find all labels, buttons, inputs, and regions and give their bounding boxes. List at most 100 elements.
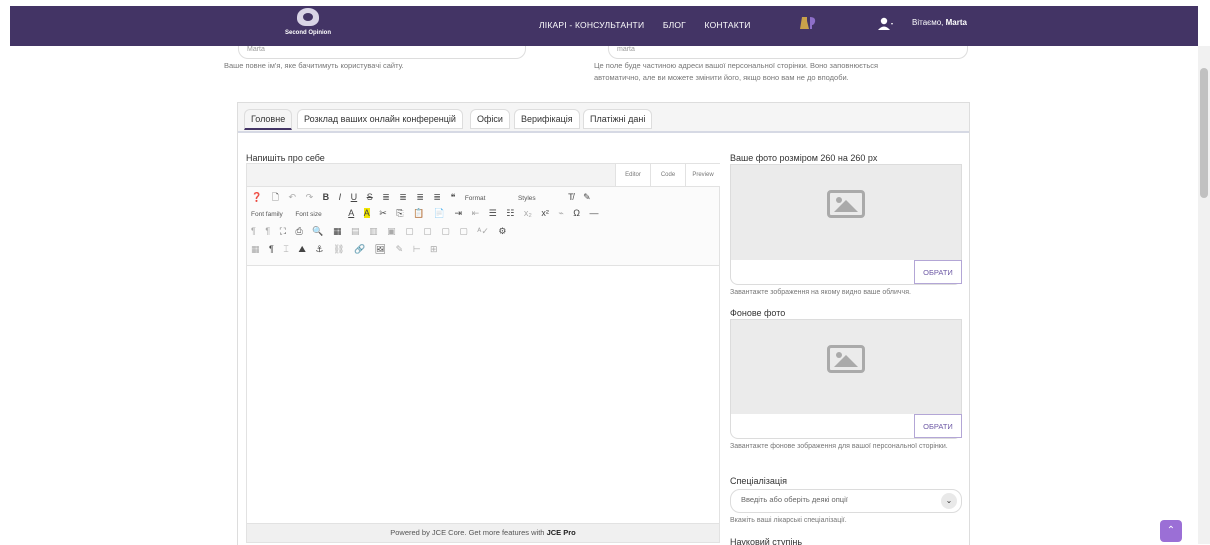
superscript-icon[interactable]: x² [541,208,549,218]
copy-icon[interactable]: ⎘ [396,208,403,219]
specialization-select[interactable]: Введіть або оберіть деякі опції ⌄ [730,489,962,513]
nav-blog-link[interactable]: БЛОГ [663,20,686,30]
tab-offices[interactable]: Офіси [470,109,510,129]
chevron-down-icon[interactable]: ⌄ [941,493,957,509]
link-icon[interactable]: 🔗 [354,244,365,255]
full-name-input[interactable]: Marta [238,46,526,59]
search-replace-icon[interactable]: 🔍 [312,226,323,237]
flask-icon[interactable] [800,15,818,31]
format-dropdown[interactable]: Format [465,195,486,202]
media-icon[interactable]: ⛰ [298,244,306,255]
undo-icon[interactable]: ↶ [289,192,297,203]
paste-icon[interactable]: 📋 [413,208,424,219]
nav-doctors-link[interactable]: ЛІКАРІ - КОНСУЛЬТАНТИ [539,20,644,30]
fullscreen-icon[interactable]: ⛶ [280,226,286,237]
photo-choose-button[interactable]: ОБРАТИ [914,260,962,284]
character-map-icon[interactable]: ⌁ [558,208,563,219]
table-split-icon[interactable]: ▢ [423,226,432,237]
help-icon[interactable]: ❓ [251,192,262,203]
horizontal-rule-icon[interactable]: — [590,208,599,218]
blockquote-icon[interactable]: ❝ [450,192,455,203]
bold-icon[interactable]: B [323,192,330,202]
new-document-icon[interactable]: 🗋 [272,190,279,206]
ltr-icon[interactable]: ¶ [251,226,256,236]
tab-verification[interactable]: Верифікація [514,109,580,129]
bullet-list-icon[interactable]: ☰ [489,208,497,219]
print-icon[interactable]: ⎙ [296,226,303,237]
photo-file-field[interactable]: ОБРАТИ [730,260,962,285]
tab-main[interactable]: Головне [244,109,293,130]
user-icon[interactable] [878,17,894,31]
scrollbar-thumb[interactable] [1200,68,1208,198]
image-placeholder-icon [827,345,865,373]
omega-icon[interactable]: Ω [573,208,580,218]
page-scrollbar[interactable] [1198,46,1210,544]
editor-toolbar: ❓ 🗋 ↶ ↷ B I U S ≣ ≣ ≣ ≣ ❝ Format Styles … [247,187,719,266]
font-family-dropdown[interactable]: Font family [251,211,283,218]
tab-schedule[interactable]: Розклад ваших онлайн конференцій [297,109,463,129]
indent-icon[interactable]: ⇥ [455,208,463,219]
show-blocks-icon[interactable]: ¶ [269,244,274,254]
outdent-icon[interactable]: ⇤ [472,208,480,219]
visual-aid-icon[interactable]: ▦ [251,244,260,255]
unlink-icon[interactable]: ⛓ [333,244,344,255]
strikethrough-icon[interactable]: S [367,192,373,202]
tab-payment[interactable]: Платіжні дані [583,109,653,129]
editor-footer-text: Powered by JCE Core. Get more features w… [390,528,545,537]
nav-contacts-link[interactable]: КОНТАКТИ [705,20,751,30]
align-left-icon[interactable]: ≣ [382,192,390,203]
subscript-icon[interactable]: x₂ [524,208,532,218]
jce-pro-link[interactable]: JCE Pro [547,528,576,537]
background-choose-button[interactable]: ОБРАТИ [914,414,962,438]
table-props-icon[interactable]: ▢ [459,226,468,237]
full-name-hint: Ваше повне ім'я, яке бачитимуть користув… [224,61,404,70]
numbered-list-icon[interactable]: ☷ [506,208,514,219]
clear-formatting-icon[interactable]: T̸ [568,192,574,202]
table-merge-icon[interactable]: ▢ [405,226,414,237]
rtl-icon[interactable]: ¶ [265,226,270,236]
align-right-icon[interactable]: ≣ [416,192,424,203]
background-preview [730,319,962,416]
redo-icon[interactable]: ↷ [306,192,314,203]
highlight-color-icon[interactable]: A [363,208,370,218]
table-delete-icon[interactable]: ▢ [441,226,450,237]
alias-hint-line-1: Це поле буде частиною адреси вашої персо… [594,61,879,70]
align-center-icon[interactable]: ≣ [399,192,407,203]
source-icon[interactable]: ⌶ [283,244,288,255]
greeting-prefix: Вітаємо, [912,18,944,27]
table-icon[interactable]: ▦ [333,226,342,237]
editor-tab-preview[interactable]: Preview [685,164,720,186]
anchor-icon[interactable]: ⚓ [315,244,323,255]
table-col-icon[interactable]: ▥ [369,226,378,237]
site-logo[interactable]: Second Opinion [278,8,338,42]
nonbreaking-icon[interactable]: ⊢ [413,244,421,255]
text-color-icon[interactable]: A [348,208,354,218]
tab-bar: Головне Розклад ваших онлайн конференцій… [238,103,969,133]
settings-gear-icon[interactable]: ⚙ [498,226,506,237]
style-icon[interactable]: ✎ [396,244,404,255]
spellcheck-icon[interactable]: ᴬ✓ [477,226,489,237]
background-file-field[interactable]: ОБРАТИ [730,414,962,439]
italic-icon[interactable]: I [339,192,342,202]
alias-input[interactable]: marta [608,46,968,59]
image-icon[interactable]: 🖼 [375,244,386,255]
cut-icon[interactable]: ✂ [379,208,387,219]
user-greeting[interactable]: Вітаємо, Marta [912,18,967,27]
remove-format-icon[interactable]: ✎ [583,192,591,203]
template-icon[interactable]: ⊞ [430,244,438,255]
logo-text: Second Opinion [285,30,331,36]
font-size-dropdown[interactable]: Font size [295,211,321,218]
styles-dropdown[interactable]: Styles [518,195,536,202]
table-cell-icon[interactable]: ▣ [387,226,396,237]
editor-tab-editor[interactable]: Editor [615,164,650,186]
table-row-icon[interactable]: ▤ [351,226,360,237]
editor-tab-code[interactable]: Code [650,164,685,186]
underline-icon[interactable]: U [351,192,358,202]
align-justify-icon[interactable]: ≣ [433,192,441,203]
main-nav: ЛІКАРІ - КОНСУЛЬТАНТИ БЛОГ КОНТАКТИ [539,20,767,30]
paste-text-icon[interactable]: 📄 [434,208,445,219]
scroll-to-top-button[interactable]: ⌃ [1160,520,1182,542]
rich-text-editor[interactable]: Editor Code Preview ❓ 🗋 ↶ ↷ B I U S ≣ ≣ … [246,163,720,543]
background-hint: Завантажте фонове зображення для вашої п… [730,443,948,450]
top-navbar: Second Opinion ЛІКАРІ - КОНСУЛЬТАНТИ БЛО… [0,0,1210,46]
